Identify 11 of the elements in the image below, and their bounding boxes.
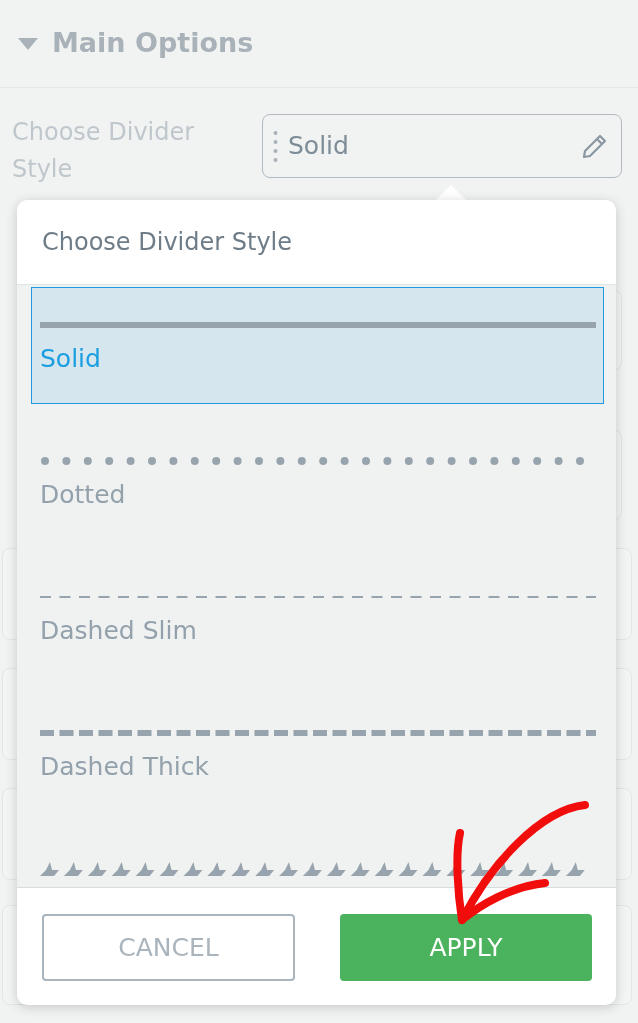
divider-style-field[interactable]: Solid	[262, 114, 622, 178]
cancel-button[interactable]: CANCEL	[42, 914, 295, 981]
divider-option[interactable]: Dashed Slim	[31, 559, 604, 695]
divider-option[interactable]: Solid	[31, 287, 604, 404]
apply-button[interactable]: APPLY	[340, 914, 592, 981]
section-title: Main Options	[52, 26, 254, 61]
caret-icon[interactable]	[18, 37, 38, 50]
divider-option[interactable]: Dashed Thick	[31, 695, 604, 831]
pencil-icon[interactable]	[581, 132, 609, 160]
divider-option[interactable]: Dotted	[31, 423, 604, 559]
drag-handle-icon	[273, 130, 278, 162]
